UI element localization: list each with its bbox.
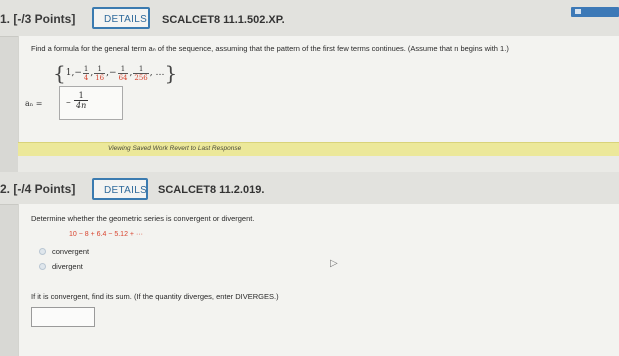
close-brace: } xyxy=(164,61,178,85)
question-2-prompt: Determine whether the geometric series i… xyxy=(31,214,255,223)
question-2-points: 2. [-/4 Points] xyxy=(0,182,76,196)
term-2: 14 xyxy=(82,64,90,82)
term-2-sign: − xyxy=(74,68,82,78)
answer-fraction: 1 4n xyxy=(74,91,89,110)
question-1-details-button[interactable]: DETAILS xyxy=(92,7,150,29)
separator xyxy=(18,156,619,172)
question-1-code: SCALCET8 11.1.502.XP. xyxy=(162,14,285,26)
option-convergent[interactable]: convergent xyxy=(39,247,89,256)
answer-label: aₙ = xyxy=(25,99,43,108)
geometric-series: 10 − 8 + 6.4 − 5.12 + ··· xyxy=(69,231,143,238)
sequence-expression: { 1, − 14, 1 16, − 1 64, 1 256 , … } xyxy=(53,61,178,85)
answer-sign: − xyxy=(66,98,71,107)
tab-icon xyxy=(575,9,581,14)
sequence-ellipsis: , … xyxy=(149,68,165,78)
mouse-cursor-icon: ▷ xyxy=(330,258,338,269)
question-2-code: SCALCET8 11.2.019. xyxy=(158,184,265,196)
formula-answer-input[interactable]: − 1 4n xyxy=(59,86,123,120)
answer-denominator: 4n xyxy=(74,100,89,110)
question-1-prompt: Find a formula for the general term aₙ o… xyxy=(31,44,509,53)
term-4: 1 64 xyxy=(117,64,129,82)
sum-input[interactable] xyxy=(31,307,95,327)
term-3: 1 16 xyxy=(94,64,106,82)
question-1-points: 1. [-/3 Points] xyxy=(0,12,76,26)
question-1-body: Find a formula for the general term aₙ o… xyxy=(18,36,619,142)
open-brace: { xyxy=(53,61,66,85)
convergent-radio[interactable] xyxy=(39,248,46,255)
revert-to-last-response-link[interactable]: Viewing Saved Work Revert to Last Respon… xyxy=(108,145,241,152)
toolbar-tab[interactable] xyxy=(571,7,619,17)
divergent-radio[interactable] xyxy=(39,263,46,270)
question-1-header: 1. [-/3 Points] DETAILS SCALCET8 11.1.50… xyxy=(0,0,619,37)
question-2-body: Determine whether the geometric series i… xyxy=(18,204,619,356)
answer-numerator: 1 xyxy=(78,91,84,100)
term-5: 1 256 xyxy=(133,64,149,82)
option-divergent[interactable]: divergent xyxy=(39,262,83,271)
divergent-label: divergent xyxy=(52,262,83,271)
question-2-header: 2. [-/4 Points] DETAILS SCALCET8 11.2.01… xyxy=(0,172,619,205)
sequence-first-term: 1, xyxy=(65,68,75,78)
question-2-details-button[interactable]: DETAILS xyxy=(92,178,148,200)
sum-instructions: If it is convergent, find its sum. (If t… xyxy=(31,292,279,301)
term-4-sign: − xyxy=(109,68,117,78)
convergent-label: convergent xyxy=(52,247,90,256)
